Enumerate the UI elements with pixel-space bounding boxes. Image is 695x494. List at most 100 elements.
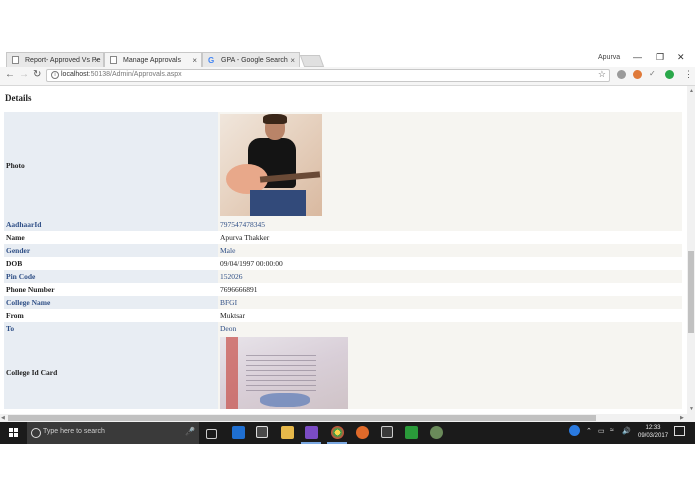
row-label: DOB xyxy=(4,257,218,270)
notifications-icon[interactable] xyxy=(674,426,685,436)
table-row: Gender Male xyxy=(4,244,682,257)
window-close-icon[interactable]: ✕ xyxy=(677,52,685,63)
menu-icon[interactable]: ⋮ xyxy=(684,69,693,80)
table-row: AadhaarId 797547478345 xyxy=(4,218,682,231)
active-app-indicator xyxy=(301,442,321,444)
url-text[interactable]: localhost:50138/Admin/Approvals.aspx xyxy=(61,71,182,78)
row-label: Phone Number xyxy=(4,283,218,296)
row-label: Photo xyxy=(4,112,218,218)
scroll-thumb[interactable] xyxy=(688,251,694,333)
forward-icon[interactable]: → xyxy=(19,69,29,80)
page-title: Details xyxy=(5,93,32,103)
tab-report[interactable]: Report- Approved Vs Pe × xyxy=(6,52,104,67)
row-value: Apurva Thakker xyxy=(218,231,682,244)
search-placeholder: Type here to search xyxy=(43,428,105,435)
row-label: To xyxy=(4,322,218,335)
row-label: AadhaarId xyxy=(4,218,218,231)
clock-time: 12:33 xyxy=(645,425,661,431)
file-explorer-icon[interactable] xyxy=(281,426,294,439)
address-bar[interactable]: i localhost:50138/Admin/Approvals.aspx ☆ xyxy=(46,69,610,82)
cortana-icon xyxy=(31,428,41,438)
active-app-indicator xyxy=(327,442,347,444)
edge-icon[interactable] xyxy=(232,426,245,439)
info-icon[interactable]: i xyxy=(51,71,59,79)
volume-icon[interactable]: 🔊 xyxy=(622,427,631,435)
chevron-up-icon[interactable]: ⌃ xyxy=(586,427,592,435)
college-id-card-image xyxy=(220,337,348,409)
row-value xyxy=(218,335,682,409)
scroll-up-icon[interactable]: ▲ xyxy=(689,88,694,94)
extension-icon[interactable] xyxy=(617,70,626,79)
page-icon xyxy=(110,56,117,64)
battery-icon[interactable]: ▭ xyxy=(598,427,605,435)
task-view-icon[interactable] xyxy=(206,429,217,439)
taskbar-clock[interactable]: 12:33 09/03/2017 xyxy=(638,424,668,440)
tab-label: Manage Approvals xyxy=(123,57,181,64)
taskbar-search-box[interactable]: Type here to search 🎤 xyxy=(27,422,199,444)
horizontal-scrollbar[interactable]: ◀ ▶ xyxy=(0,414,695,422)
extension-icon[interactable] xyxy=(665,70,674,79)
clock-date: 09/03/2017 xyxy=(638,433,669,439)
row-label: From xyxy=(4,309,218,322)
row-label: College Id Card xyxy=(4,335,218,409)
tab-label: GPA - Google Search xyxy=(221,57,288,64)
photo-image xyxy=(220,114,322,216)
row-value: Muktsar xyxy=(218,309,682,322)
row-value xyxy=(218,112,682,218)
row-value: Male xyxy=(218,244,682,257)
bookmark-star-icon[interactable]: ☆ xyxy=(598,69,606,80)
extension-icon[interactable] xyxy=(633,70,642,79)
table-row: To Deon xyxy=(4,322,682,335)
scroll-right-icon[interactable]: ▶ xyxy=(680,415,684,421)
row-value: Deon xyxy=(218,322,682,335)
firefox-icon[interactable] xyxy=(356,426,369,439)
row-value: 152026 xyxy=(218,270,682,283)
row-value: 7696666891 xyxy=(218,283,682,296)
page-icon xyxy=(12,56,19,64)
store-icon[interactable] xyxy=(256,426,268,438)
google-icon: G xyxy=(208,56,215,65)
scroll-down-icon[interactable]: ▼ xyxy=(689,406,694,412)
scroll-thumb[interactable] xyxy=(8,415,596,421)
page-viewport: Details Photo AadhaarId 797547478345 Nam… xyxy=(0,86,687,414)
close-icon[interactable]: × xyxy=(192,53,197,67)
tools-icon[interactable] xyxy=(381,426,393,438)
row-label: College Name xyxy=(4,296,218,309)
close-icon[interactable]: × xyxy=(290,53,295,67)
scroll-left-icon[interactable]: ◀ xyxy=(1,415,5,421)
table-row: Photo xyxy=(4,112,682,218)
visual-studio-icon[interactable] xyxy=(305,426,318,439)
back-icon[interactable]: ← xyxy=(5,69,15,80)
help-icon[interactable] xyxy=(569,425,580,436)
row-label: Name xyxy=(4,231,218,244)
close-icon[interactable]: × xyxy=(94,53,99,67)
check-icon[interactable]: ✓ xyxy=(649,69,658,78)
table-row: College Id Card xyxy=(4,335,682,409)
network-app-icon[interactable] xyxy=(430,426,443,439)
table-row: College Name BFGI xyxy=(4,296,682,309)
chrome-icon[interactable] xyxy=(331,426,344,439)
table-row: From Muktsar xyxy=(4,309,682,322)
table-row: Phone Number 7696666891 xyxy=(4,283,682,296)
row-value: 797547478345 xyxy=(218,218,682,231)
microphone-icon[interactable]: 🎤 xyxy=(185,427,195,436)
tab-google-search[interactable]: G GPA - Google Search × xyxy=(202,52,300,67)
table-row: Pin Code 152026 xyxy=(4,270,682,283)
restore-icon[interactable]: ❐ xyxy=(656,52,664,63)
details-table: Photo AadhaarId 797547478345 Name Apurva… xyxy=(4,112,682,409)
wifi-icon[interactable]: ≈ xyxy=(610,427,614,434)
new-tab-button[interactable] xyxy=(299,55,325,67)
excel-icon[interactable] xyxy=(405,426,418,439)
row-label: Gender xyxy=(4,244,218,257)
table-row: Name Apurva Thakker xyxy=(4,231,682,244)
minimize-icon[interactable]: — xyxy=(633,52,642,62)
tab-manage-approvals[interactable]: Manage Approvals × xyxy=(104,52,202,67)
vertical-scrollbar[interactable]: ▲ ▼ xyxy=(687,86,695,414)
profile-name[interactable]: Apurva xyxy=(598,54,620,61)
table-row: DOB 09/04/1997 00:00:00 xyxy=(4,257,682,270)
reload-icon[interactable]: ↻ xyxy=(33,69,41,80)
row-label: Pin Code xyxy=(4,270,218,283)
row-value: 09/04/1997 00:00:00 xyxy=(218,257,682,270)
windows-start-icon[interactable] xyxy=(9,428,19,438)
tab-label: Report- Approved Vs Pe xyxy=(25,57,101,64)
